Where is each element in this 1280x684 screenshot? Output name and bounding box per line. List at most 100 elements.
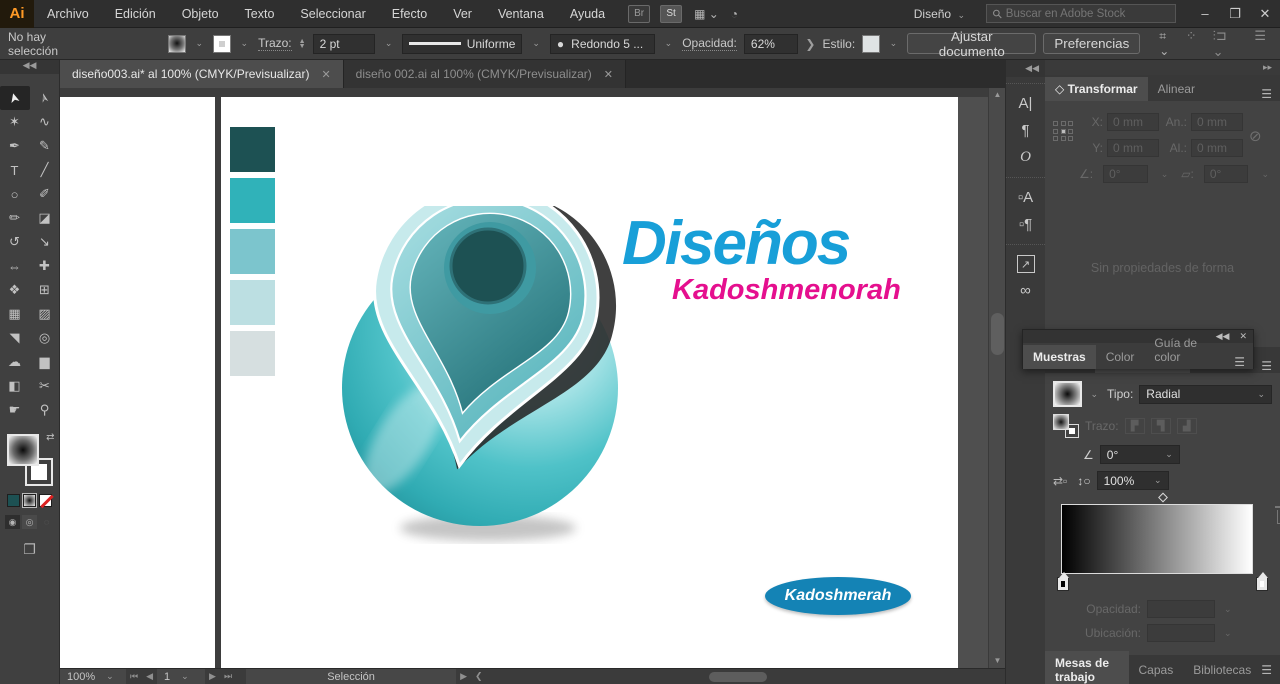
doc-tab-diseno002[interactable]: diseño 002.ai al 100% (CMYK/Previsualiza… [344,60,626,88]
gradient-midpoint-handle[interactable] [1158,493,1168,503]
stroke-weight-stepper[interactable]: ▲▼ [299,39,306,49]
pen-tool[interactable]: ✒ [0,134,30,158]
strip-collapse-icon[interactable]: ◀◀ [1006,60,1045,77]
style-chevron-icon[interactable]: ⌄ [887,38,901,49]
variable-width-select[interactable]: Uniforme [402,34,522,54]
character-panel-icon[interactable]: A| [1006,90,1045,117]
tab-muestras[interactable]: Muestras [1023,345,1096,369]
perspective-grid-tool[interactable]: ⊞ [30,278,60,302]
adobe-stock-search[interactable]: ⚲ [986,4,1176,23]
aspect-ratio-select[interactable]: 100%⌄ [1097,471,1169,490]
eyedropper-tool[interactable]: ◥ [0,326,30,350]
fill-chevron-icon[interactable]: ⌄ [193,38,207,49]
swap-fill-stroke-icon[interactable]: ⇄ [46,432,54,443]
scroll-down-icon[interactable]: ▼ [989,654,1006,668]
rotate-tool[interactable]: ↺ [0,230,30,254]
vertical-scrollbar[interactable]: ▲ ▼ [988,88,1005,668]
hscroll-left-icon[interactable]: ❮ [471,671,487,682]
constrain-proportions-icon[interactable]: ⊘ [1249,127,1262,157]
menu-objeto[interactable]: Objeto [169,7,232,21]
magic-wand-tool[interactable]: ✶ [0,110,30,134]
artboard-tool[interactable]: ◧ [0,374,30,398]
opacity-value[interactable]: 62% [744,34,799,54]
gradient-panel-menu-icon[interactable]: ☰ [1261,359,1280,373]
dock-expand-icon[interactable]: ▸▸ [1045,60,1280,75]
tab-bibliotecas[interactable]: Bibliotecas [1183,658,1261,682]
tab-color[interactable]: Color [1096,345,1145,369]
links-panel-icon[interactable]: ∞ [1006,277,1045,304]
color-button[interactable] [7,494,20,507]
gradient-stop-white[interactable] [1256,577,1268,591]
style-swatch[interactable] [862,35,879,53]
gradient-thumb-chevron-icon[interactable]: ⌄ [1088,389,1102,400]
doc-tab-diseno003[interactable]: diseño003.ai* al 100% (CMYK/Previsualiza… [60,60,344,88]
arrange-documents-icon[interactable]: ▦ ⌄ [694,7,719,21]
none-button[interactable] [39,494,52,507]
minimize-button[interactable]: – [1190,3,1220,25]
scale-tool[interactable]: ↘ [30,230,60,254]
brush-select[interactable]: ●Redondo 5 ... [550,34,655,54]
paragraph-styles-panel-icon[interactable]: ▫¶ [1006,211,1045,238]
menu-ventana[interactable]: Ventana [485,7,557,21]
tab-transformar[interactable]: ◇ Transformar [1045,77,1148,101]
opacity-label[interactable]: Opacidad: [682,36,737,51]
tab-mesas-de-trabajo[interactable]: Mesas de trabajo [1045,651,1129,684]
ajustar-documento-button[interactable]: Ajustar documento [907,33,1036,54]
menu-efecto[interactable]: Efecto [379,7,440,21]
artwork-swatch-1[interactable] [230,127,275,172]
menu-ayuda[interactable]: Ayuda [557,7,618,21]
isolate-icon[interactable]: ⌗ ⌄ [1159,29,1178,58]
direct-selection-tool[interactable]: ➢ [30,86,60,110]
bridge-icon[interactable]: Br [628,5,650,23]
artboard-number-select[interactable]: 1⌄ [157,669,205,684]
selection-tool[interactable]: ➤ [0,86,30,110]
export-panel-icon[interactable]: ↗ [1017,255,1035,273]
symbol-sprayer-tool[interactable]: ☁ [0,350,30,374]
stroke-chevron-icon[interactable]: ⌄ [238,38,252,49]
gradient-tool[interactable]: ▨ [30,302,60,326]
type-tool[interactable]: T [0,158,30,182]
document-canvas[interactable]: Diseños Kadoshmenorah Kadoshmerah [60,88,988,668]
restore-button[interactable]: ❐ [1220,3,1250,25]
stroke-color-swatch[interactable] [213,35,230,53]
gradient-fill-stroke-icon[interactable] [1053,414,1079,438]
tab-close-icon[interactable]: ✕ [604,68,613,81]
tab-close-icon[interactable]: ✕ [321,68,330,81]
reverse-gradient-icon[interactable]: ⇄▫ [1053,474,1067,488]
badge-ellipse[interactable]: Kadoshmerah [765,577,911,615]
hand-tool[interactable]: ☛ [0,398,30,422]
blend-tool[interactable]: ◎ [30,326,60,350]
draw-inside-icon[interactable]: ◌ [39,515,54,529]
artwork-swatch-5[interactable] [230,331,275,376]
paragraph-panel-icon[interactable]: ¶ [1006,117,1045,144]
preferencias-button[interactable]: Preferencias [1043,33,1140,54]
stroke-weight-value[interactable]: 2 pt [313,34,375,54]
horizontal-scrollbar[interactable] [487,669,1005,684]
draw-normal-icon[interactable]: ◉ [5,515,20,529]
gradient-button[interactable] [23,494,36,507]
dock-layout-icon[interactable]: ⫶⊐ ⌄ [1213,28,1239,60]
fill-swatch[interactable] [7,434,39,466]
stroke-weight-label[interactable]: Trazo: [258,36,292,51]
toolbar-collapse-icon[interactable]: ◀◀ [0,60,59,74]
menu-texto[interactable]: Texto [232,7,288,21]
stroke-weight-chevron-icon[interactable]: ⌄ [382,38,396,49]
panel-menu-icon[interactable]: ☰ [1261,87,1280,101]
eraser-tool[interactable]: ◪ [30,206,60,230]
search-input[interactable] [1006,8,1166,20]
horizontal-scroll-thumb[interactable] [709,672,767,682]
mesh-tool[interactable]: ▦ [0,302,30,326]
subheadline-text[interactable]: Kadoshmenorah [672,274,901,307]
tab-capas[interactable]: Capas [1129,658,1184,682]
first-artboard-icon[interactable]: ⏮ [126,671,142,682]
lasso-tool[interactable]: ∿ [30,110,60,134]
gradient-ramp[interactable] [1061,504,1253,574]
paintbrush-tool[interactable]: ✐ [30,182,60,206]
stock-icon[interactable]: St [660,5,682,23]
gradient-slider[interactable] [1061,504,1264,574]
workspace-switcher[interactable]: Diseño ⌄ [914,7,968,21]
headline-text[interactable]: Diseños [622,208,849,279]
ellipse-tool[interactable]: ○ [0,182,30,206]
opentype-panel-icon[interactable]: O [1006,144,1045,171]
fill-color-swatch[interactable] [168,35,185,53]
